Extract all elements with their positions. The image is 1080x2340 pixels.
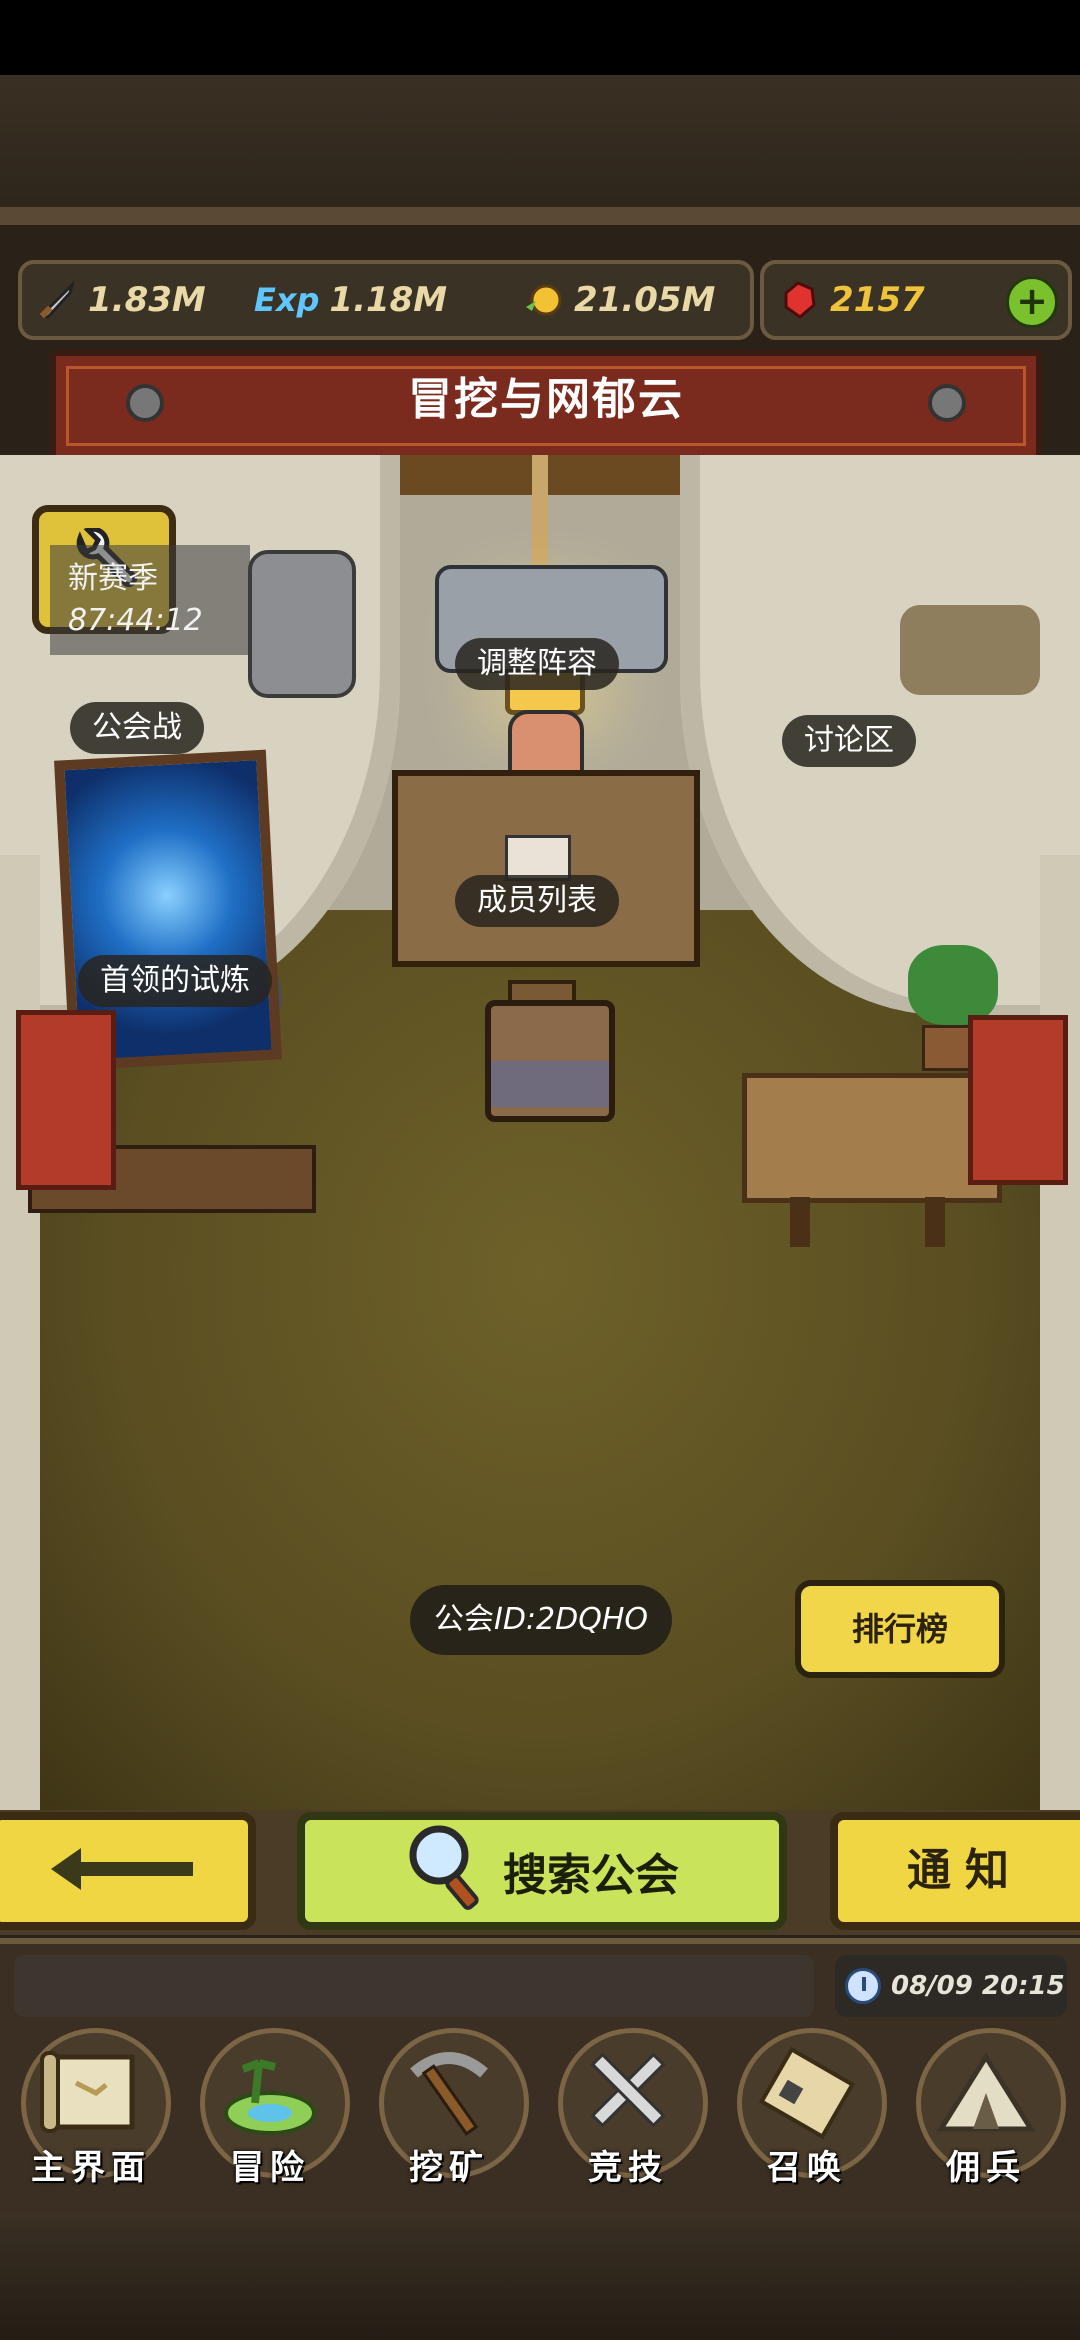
- gem-value: 2157: [830, 280, 925, 320]
- datetime-value: 08/09 20:15: [891, 1971, 1065, 2001]
- attack-resource: 1.83M: [36, 264, 206, 336]
- gold-coin-icon: [522, 279, 564, 321]
- nav-main[interactable]: 主界面: [6, 2010, 176, 2195]
- notify-button[interactable]: 通知: [830, 1812, 1080, 1930]
- datetime-display: 08/09 20:15: [835, 1955, 1067, 2017]
- sacks-icon: [900, 605, 1040, 695]
- tent-icon: [916, 2038, 1056, 2148]
- adjust-lineup-label[interactable]: 调整阵容: [455, 638, 619, 690]
- guild-war-label[interactable]: 公会战: [70, 702, 204, 754]
- nav-label: 主界面: [31, 2148, 151, 2188]
- gold-value: 21.05M: [574, 280, 716, 320]
- guild-id-prefix: 公会: [433, 1602, 494, 1637]
- resource-bar: 1.83M Exp 1.18M 21.05M: [18, 260, 754, 340]
- tent-side-left: [0, 855, 40, 1815]
- add-gems-button[interactable]: +: [1006, 276, 1058, 328]
- sword-icon: [36, 279, 78, 321]
- gem-resource: 2157: [778, 264, 925, 336]
- back-button[interactable]: [0, 1812, 256, 1930]
- exp-resource: Exp 1.18M: [254, 264, 447, 336]
- guild-id-value: ID:2DQHO: [493, 1602, 649, 1637]
- gold-resource: 21.05M: [522, 264, 715, 336]
- nav-label: 佣兵: [946, 2148, 1026, 2188]
- nav-label: 挖矿: [409, 2148, 489, 2188]
- ranking-button[interactable]: 排行榜: [795, 1580, 1005, 1678]
- nav-mercenary[interactable]: 佣兵: [901, 2010, 1071, 2195]
- season-label: 新赛季: [68, 561, 158, 596]
- pickaxe-icon: [379, 2038, 519, 2148]
- guild-flag-left: [16, 1010, 116, 1190]
- guild-title-banner: 冒挖与网郁云: [50, 350, 1042, 462]
- member-list-label[interactable]: 成员列表: [455, 875, 619, 927]
- season-info: 新赛季 87:44:12: [50, 545, 250, 655]
- scroll-map-icon: [21, 2038, 161, 2148]
- guild-tent-scene: 新赛季 87:44:12 调整阵容 公会战 讨论区 成员列表 首领的试炼 公会I…: [0, 455, 1080, 1815]
- nav-arena[interactable]: 竞技: [543, 2010, 713, 2195]
- magnifier-icon: [405, 1821, 485, 1922]
- board-leg: [925, 1197, 945, 1247]
- guild-name: 冒挖与网郁云: [408, 374, 684, 425]
- nav-summon[interactable]: 召唤: [722, 2010, 892, 2195]
- ruby-gem-icon: [778, 279, 820, 321]
- guild-flag-right: [968, 1015, 1068, 1185]
- board-leg: [790, 1197, 810, 1247]
- clock-icon: [845, 1968, 881, 2004]
- gem-bar: 2157 +: [760, 260, 1072, 340]
- search-guild-button[interactable]: 搜索公会: [297, 1812, 787, 1930]
- nav-label: 竞技: [588, 2148, 668, 2188]
- tent-side-right: [1040, 855, 1080, 1815]
- exp-value: 1.18M: [329, 280, 448, 320]
- search-guild-label: 搜索公会: [503, 1850, 679, 1901]
- map-header-decoration: [0, 75, 1080, 225]
- armor-stand-icon: [248, 550, 356, 698]
- guild-id-badge: 公会ID:2DQHO: [410, 1585, 672, 1655]
- crossed-swords-icon: [558, 2038, 698, 2148]
- arrow-left-icon: [47, 1844, 197, 1898]
- status-bar-strip: [0, 0, 1080, 75]
- summon-scroll-icon: [737, 2038, 877, 2148]
- nav-adventure[interactable]: 冒险: [185, 2010, 355, 2195]
- boss-trial-label[interactable]: 首领的试炼: [78, 955, 272, 1007]
- plant-icon: [908, 945, 998, 1025]
- treasure-chest[interactable]: [485, 1000, 615, 1122]
- map-footer-decoration: [0, 2213, 1080, 2340]
- nav-label: 召唤: [767, 2148, 847, 2188]
- message-ticker: [14, 1955, 814, 2017]
- nav-label: 冒险: [230, 2148, 310, 2188]
- exp-icon: Exp: [254, 281, 320, 319]
- discussion-board[interactable]: [742, 1073, 1002, 1203]
- attack-value: 1.83M: [88, 280, 206, 320]
- season-timer: 87:44:12: [68, 603, 203, 638]
- discussion-label[interactable]: 讨论区: [782, 715, 916, 767]
- nav-mining[interactable]: 挖矿: [364, 2010, 534, 2195]
- island-icon: [200, 2038, 340, 2148]
